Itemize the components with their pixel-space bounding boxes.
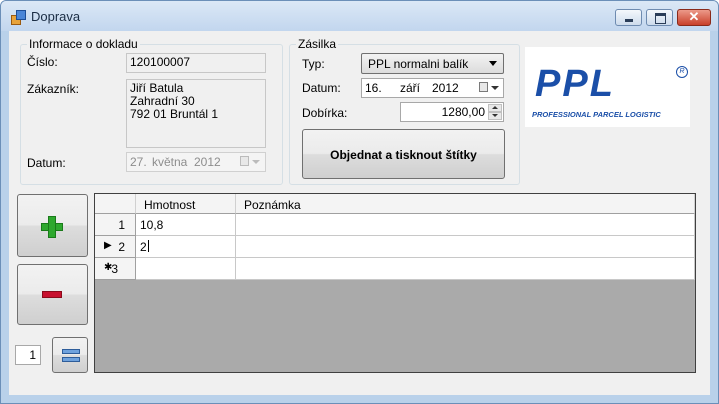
typ-value: PPL normalni balík [368,57,469,71]
dobirka-label: Dobírka: [302,106,348,120]
items-grid[interactable]: Hmotnost Poznámka 1 10,8 ▶ 2 2 ✱ 3 [94,193,696,373]
datum-year: 2012 [194,155,221,169]
datum-label: Datum: [27,156,66,170]
maximize-button[interactable] [646,9,673,26]
column-header-hmotnost[interactable]: Hmotnost [136,194,236,214]
registered-mark: R [676,66,688,78]
zasilka-datum-label: Datum: [302,81,341,95]
dobirka-value: 1280,00 [441,105,485,119]
datum-day: 27. [130,155,147,169]
informace-group: Informace o dokladu Číslo: 120100007 Zák… [20,37,283,185]
spin-up-icon[interactable] [488,104,502,112]
dobirka-stepper[interactable]: 1280,00 [400,102,504,122]
app-icon [11,10,26,25]
cell-poznamka[interactable] [236,214,695,236]
cell-hmotnost[interactable]: 10,8 [136,214,236,236]
cislo-value: 120100007 [130,55,191,69]
window-title: Doprava [31,9,81,24]
cell-hmotnost-editing[interactable]: 2 [136,236,236,258]
zakaznik-label: Zákazník: [27,82,80,96]
ppl-logo-tagline: PROFESSIONAL PARCEL LOGISTIC [532,110,661,119]
column-header-poznamka[interactable]: Poznámka [236,194,695,214]
main-panel: Informace o dokladu Číslo: 120100007 Zák… [9,31,710,395]
row-header[interactable]: ✱ 3 [95,258,136,280]
cislo-field[interactable]: 120100007 [126,53,266,73]
zasilka-datum-month: září [400,81,421,95]
add-row-button[interactable] [17,194,88,257]
chevron-down-icon [491,86,499,90]
zasilka-legend: Zásilka [296,37,339,51]
cell-hmotnost[interactable] [136,258,236,280]
calendar-icon [240,156,249,166]
typ-label: Typ: [302,57,325,71]
app-window: Doprava ✕ Informace o dokladu Číslo: 120… [0,0,719,404]
title-bar[interactable]: Doprava ✕ [1,1,718,31]
grid-corner-header[interactable] [95,194,136,214]
zasilka-datum-year: 2012 [432,81,459,95]
chevron-down-icon [252,160,260,164]
calendar-icon [479,82,488,92]
text-caret [147,240,149,252]
close-button[interactable]: ✕ [677,9,711,26]
row-number: 3 [111,262,118,276]
count-value: 1 [29,348,36,362]
dokument-datum-picker[interactable]: 27. května 2012 [126,152,266,172]
row-number: 1 [118,218,125,232]
row-header[interactable]: ▶ 2 [95,236,136,258]
cislo-label: Číslo: [27,55,58,69]
zakaznik-line-3: 792 01 Bruntál 1 [130,107,219,121]
zasilka-datum-picker[interactable]: 16. září 2012 [361,78,504,98]
zasilka-datum-day: 16. [365,81,382,95]
zakaznik-field[interactable]: Jiří Batula Zahradní 30 792 01 Bruntál 1 [126,79,266,148]
zasilka-group: Zásilka Typ: PPL normalni balík Datum: 1… [289,37,520,185]
equal-button[interactable] [52,337,88,373]
minimize-button[interactable] [615,9,642,26]
cell-hmotnost-value: 2 [140,240,147,254]
current-row-arrow-icon: ▶ [104,240,112,251]
spin-down-icon[interactable] [488,112,502,120]
minus-icon [42,291,62,298]
informace-legend: Informace o dokladu [27,37,140,51]
ppl-logo: PPL R PROFESSIONAL PARCEL LOGISTIC [525,47,690,127]
objednat-button-label: Objednat a tisknout štítky [330,148,477,162]
row-header[interactable]: 1 [95,214,136,236]
objednat-button[interactable]: Objednat a tisknout štítky [302,129,505,179]
typ-select[interactable]: PPL normalni balík [361,53,504,74]
row-number: 2 [118,240,125,254]
close-icon: ✕ [688,9,700,24]
datum-month: května [152,155,188,169]
cell-poznamka[interactable] [236,236,695,258]
chevron-down-icon [489,61,497,66]
count-input[interactable]: 1 [15,345,41,365]
cell-poznamka[interactable] [236,258,695,280]
remove-row-button[interactable] [17,264,88,325]
ppl-logo-text: PPL [535,63,615,105]
